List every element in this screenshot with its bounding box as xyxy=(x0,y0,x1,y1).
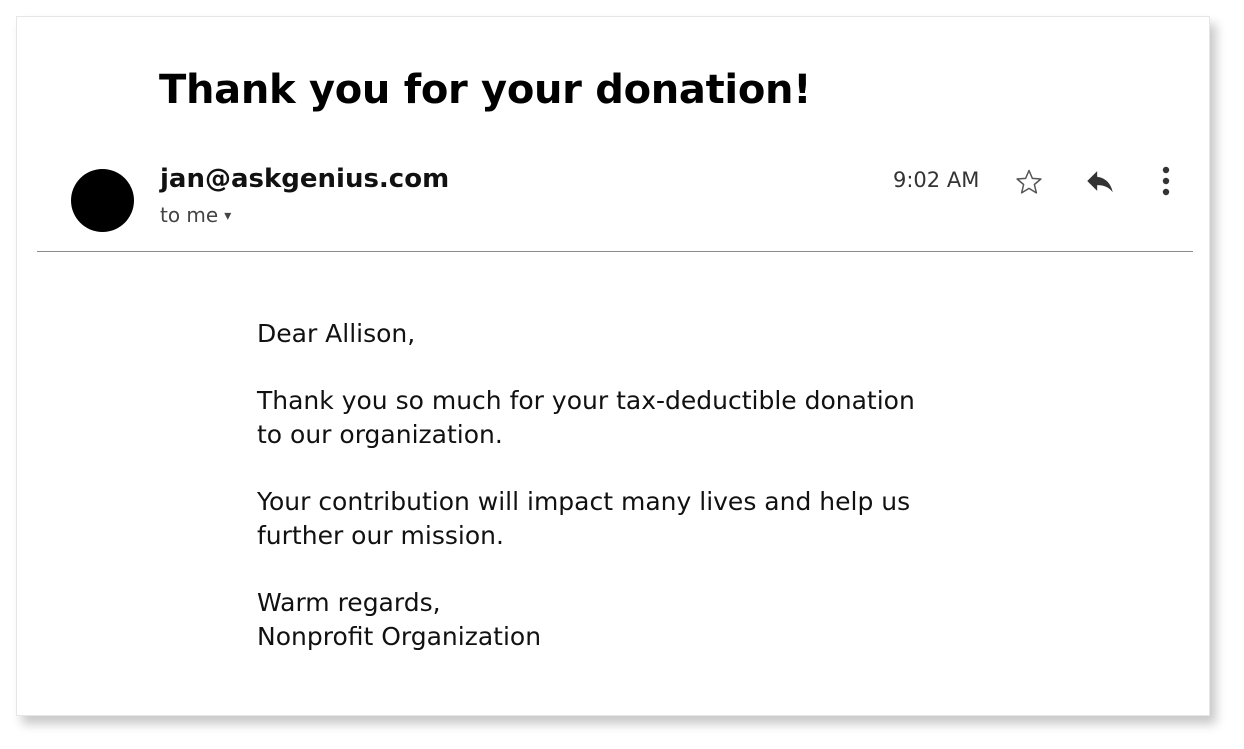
body-greeting: Dear Allison, xyxy=(257,319,416,348)
body-paragraph-1-line-2: to our organization. xyxy=(257,420,503,449)
body-paragraph-2-line-1: Your contribution will impact many lives… xyxy=(257,487,911,516)
header-divider xyxy=(37,251,1193,252)
recipient-label: to me xyxy=(160,203,219,227)
body-closing: Warm regards, xyxy=(257,588,441,617)
sender-avatar[interactable] xyxy=(71,169,134,232)
body-paragraph-1: Thank you so much for your tax-deductibl… xyxy=(257,384,1017,452)
reply-icon xyxy=(1087,171,1113,193)
star-button[interactable] xyxy=(1011,164,1047,200)
chevron-down-icon[interactable]: ▾ xyxy=(224,208,231,224)
email-card: Thank you for your donation! jan@askgeni… xyxy=(16,16,1210,716)
star-icon xyxy=(1016,169,1042,194)
body-paragraph-2-line-2: further our mission. xyxy=(257,521,504,550)
more-options-button[interactable] xyxy=(1153,163,1179,199)
email-timestamp: 9:02 AM xyxy=(893,168,980,192)
email-body: Dear Allison, Thank you so much for your… xyxy=(257,317,1017,654)
email-subject: Thank you for your donation! xyxy=(159,67,812,113)
recipient-details-toggle[interactable]: to me ▾ xyxy=(160,203,231,227)
sender-address[interactable]: jan@askgenius.com xyxy=(160,164,449,194)
body-signoff: Warm regards, Nonprofit Organization xyxy=(257,586,1017,654)
body-paragraph-1-line-1: Thank you so much for your tax-deductibl… xyxy=(257,386,915,415)
more-vertical-icon xyxy=(1162,166,1170,196)
body-signature: Nonprofit Organization xyxy=(257,622,542,651)
reply-button[interactable] xyxy=(1079,161,1121,201)
body-paragraph-2: Your contribution will impact many lives… xyxy=(257,485,1017,553)
